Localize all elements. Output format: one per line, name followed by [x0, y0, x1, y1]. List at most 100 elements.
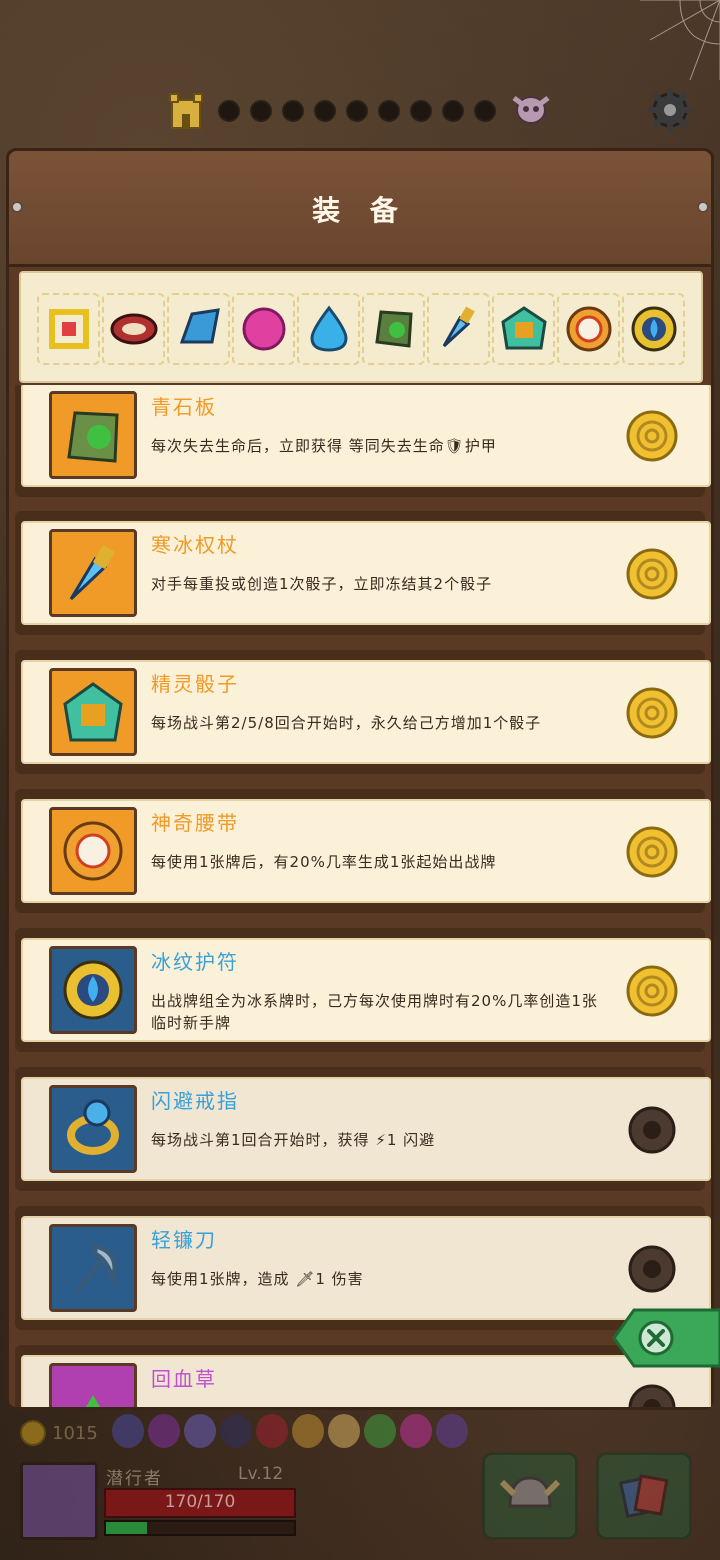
empty-slot-icon: [628, 1245, 676, 1293]
relic-icon[interactable]: [184, 1414, 216, 1448]
item-thumbnail: [49, 807, 137, 895]
map-node: [282, 100, 304, 122]
item-description: 每使用1张牌后，有20%几率生成1张起始出战牌: [151, 853, 497, 871]
equipped-slot[interactable]: [102, 293, 165, 365]
helmet-icon: [500, 1476, 560, 1508]
equipment-card[interactable]: 闪避戒指每场战斗第1回合开始时，获得 ⚡1 闪避: [15, 1067, 711, 1191]
relic-icon[interactable]: [328, 1414, 360, 1448]
xp-bar: [104, 1520, 296, 1536]
card-body: 青石板每次失去生命后，立即获得 等同失去生命🛡护甲: [21, 385, 711, 487]
owned-coin-icon: [626, 826, 678, 878]
owned-coin-icon: [626, 410, 678, 462]
item-icon: [63, 960, 123, 1020]
gem-frame-icon: [48, 309, 89, 349]
map-progress-bar: [0, 80, 720, 140]
spiked-collar-icon: [110, 313, 157, 345]
item-thumbnail: [49, 391, 137, 479]
equipped-slot[interactable]: [37, 293, 100, 365]
map-node: [474, 100, 496, 122]
item-name: 青石板: [151, 395, 217, 419]
item-thumbnail: [49, 1363, 137, 1407]
equipment-list[interactable]: 青石板每次失去生命后，立即获得 等同失去生命🛡护甲寒冰权杖 对手每重投或创造1次骰…: [9, 385, 711, 1407]
item-name: 精灵骰子: [151, 672, 239, 696]
item-description: 每场战斗第1回合开始时，获得 ⚡1 闪避: [151, 1131, 436, 1149]
item-thumbnail: [49, 668, 137, 756]
equipment-card[interactable]: 冰纹护符出战牌组全为冰系牌时，己方每次使用牌时有20%几率创造1张临时新手牌: [15, 928, 711, 1052]
gold-value: 1015: [52, 1422, 98, 1444]
item-description: 每使用1张牌，造成 🗡1 伤害: [151, 1270, 364, 1288]
item-name: 闪避戒指: [151, 1089, 239, 1113]
equipment-menu-button[interactable]: [482, 1452, 578, 1540]
relic-icon[interactable]: [256, 1414, 288, 1448]
panel-header: 装 备: [9, 151, 711, 267]
item-icon: [63, 821, 123, 881]
map-node: [250, 100, 272, 122]
relic-icon[interactable]: [112, 1414, 144, 1448]
relic-icon[interactable]: [364, 1414, 396, 1448]
card-body: 轻镰刀每使用1张牌，造成 🗡1 伤害: [21, 1216, 711, 1320]
equipment-card[interactable]: 寒冰权杖 对手每重投或创造1次骰子，立即冻结其2个骰子: [15, 511, 711, 635]
owned-coin-icon: [626, 965, 678, 1017]
ice-amulet-icon: [631, 306, 676, 352]
map-node: [410, 100, 432, 122]
equipped-slot[interactable]: [492, 293, 555, 365]
item-name: 轻镰刀: [151, 1228, 217, 1252]
item-name: 冰纹护符: [151, 950, 239, 974]
gold-coin-icon: [20, 1420, 46, 1446]
settings-gear-icon[interactable]: [640, 82, 700, 138]
equipped-slot[interactable]: [167, 293, 230, 365]
equipped-slot[interactable]: [362, 293, 425, 365]
item-description: 对手每重投或创造1次骰子，立即冻结其2个骰子: [151, 575, 493, 593]
owned-coin-icon: [626, 687, 678, 739]
relic-icon[interactable]: [148, 1414, 180, 1448]
map-node: [378, 100, 400, 122]
panel-title: 装 备: [312, 194, 408, 227]
relic-icon[interactable]: [400, 1414, 432, 1448]
equipped-slot[interactable]: [232, 293, 295, 365]
equipment-panel: 装 备 青石板每次失去生命后，立即获得 等同失去生命🛡护甲寒冰权杖 对手每重投或创…: [6, 148, 714, 1410]
map-node: [314, 100, 336, 122]
empty-slot-icon: [628, 1106, 676, 1154]
equipment-card[interactable]: 青石板每次失去生命后，立即获得 等同失去生命🛡护甲: [15, 385, 711, 497]
item-icon: [86, 1395, 100, 1407]
item-description: 出战牌组全为冰系牌时，己方每次使用牌时有20%几率创造1张临时新手牌: [151, 992, 598, 1032]
card-deck-button[interactable]: [596, 1452, 692, 1540]
ice-scepter-icon: [442, 306, 475, 348]
equipped-slot[interactable]: [297, 293, 360, 365]
owned-coin-icon: [626, 548, 678, 600]
cards-icon: [618, 1474, 669, 1519]
card-body: 寒冰权杖 对手每重投或创造1次骰子，立即冻结其2个骰子: [21, 521, 711, 625]
spider-web-icon: [640, 0, 720, 80]
item-name: 回血草: [151, 1367, 217, 1391]
item-thumbnail: [49, 1224, 137, 1312]
item-description: 每场战斗第2/5/8回合开始时，永久给己方增加1个骰子: [151, 714, 542, 732]
relic-icon[interactable]: [220, 1414, 252, 1448]
item-description: 每次失去生命后，立即获得 等同失去生命🛡护甲: [151, 437, 497, 455]
hero-name: 潜行者: [106, 1469, 163, 1489]
equipped-slot[interactable]: [427, 293, 490, 365]
map-node: [218, 100, 240, 122]
relic-icon[interactable]: [436, 1414, 468, 1448]
item-icon: [67, 411, 119, 463]
card-body: 闪避戒指每场战斗第1回合开始时，获得 ⚡1 闪避: [21, 1077, 711, 1181]
hp-bar: 170/170: [104, 1488, 296, 1518]
map-node: [346, 100, 368, 122]
boss-skull-icon: [512, 96, 550, 124]
equipment-card[interactable]: 神奇腰带每使用1张牌后，有20%几率生成1张起始出战牌: [15, 789, 711, 913]
card-body: 冰纹护符出战牌组全为冰系牌时，己方每次使用牌时有20%几率创造1张临时新手牌: [21, 938, 711, 1042]
relic-icon[interactable]: [292, 1414, 324, 1448]
empty-slot-icon: [628, 1384, 676, 1407]
spirit-dice-icon: [500, 306, 547, 350]
equipped-slot[interactable]: [622, 293, 685, 365]
castle-icon: [169, 93, 203, 129]
item-name: 神奇腰带: [151, 811, 239, 835]
equipment-card[interactable]: 精灵骰子每场战斗第2/5/8回合开始时，永久给己方增加1个骰子: [15, 650, 711, 774]
item-thumbnail: [49, 1085, 137, 1173]
close-button[interactable]: [600, 1306, 720, 1370]
hero-avatar[interactable]: [20, 1462, 98, 1540]
relic-row: [112, 1414, 468, 1448]
pink-blob-icon: [242, 307, 285, 351]
card-body: 神奇腰带每使用1张牌后，有20%几率生成1张起始出战牌: [21, 799, 711, 903]
equipped-icon-strip: [19, 271, 703, 383]
equipped-slot[interactable]: [557, 293, 620, 365]
